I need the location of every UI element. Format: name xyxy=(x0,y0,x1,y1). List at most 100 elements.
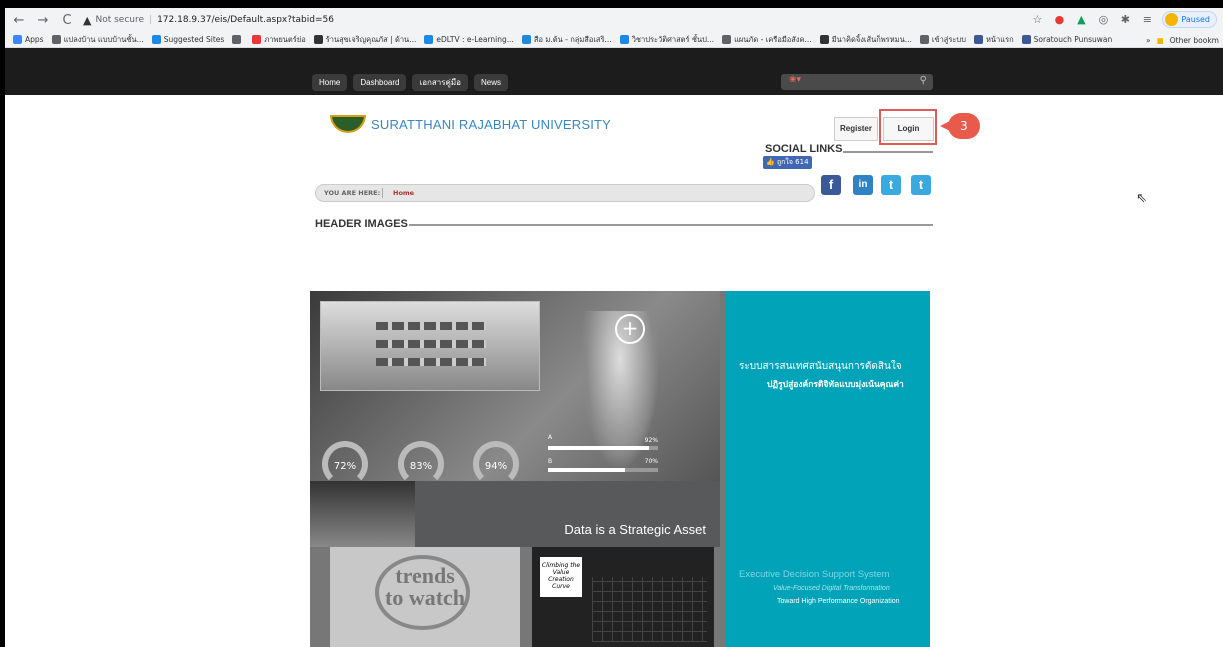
bookmark-item[interactable]: Apps xyxy=(13,35,44,44)
bookmark-icon xyxy=(1021,35,1031,44)
dashboard-screen-graphic xyxy=(320,301,540,391)
menu-item[interactable]: เอกสารคู่มือ xyxy=(412,74,468,91)
bookmark-icon xyxy=(973,35,983,44)
university-emblem xyxy=(330,115,366,133)
menu-item[interactable]: Dashboard xyxy=(353,74,407,91)
facebook-like-button[interactable]: 👍 ถูกใจ 614 xyxy=(763,156,812,169)
bookmark-icon xyxy=(424,35,434,44)
bookmark-label: แปลงบ้าน แบบบ้านชั้น... xyxy=(63,34,144,44)
star-icon[interactable]: ☆ xyxy=(1030,13,1044,27)
site-logo[interactable]: SURATTHANI RAJABHAT UNIVERSITY xyxy=(330,115,611,133)
menu-item[interactable]: Home xyxy=(312,74,348,91)
trends-panel: trends to watch xyxy=(330,547,520,647)
language-icon[interactable]: ❀▾ xyxy=(789,75,801,85)
bookmark-item[interactable]: Suggested Sites xyxy=(151,35,224,44)
bar-a-track xyxy=(548,446,658,450)
trends-line-2: to watch xyxy=(385,585,466,610)
step-callout: 3 xyxy=(940,113,980,139)
bookmark-icon xyxy=(722,35,732,44)
english-subtitle-1: Value-Focused Digital Transformation xyxy=(773,585,890,592)
more-bookmarks-button[interactable]: » xyxy=(1146,36,1151,45)
university-name: SURATTHANI RAJABHAT UNIVERSITY xyxy=(371,116,612,132)
other-bookmarks[interactable]: Other bookm xyxy=(1170,36,1219,45)
back-icon[interactable]: ← xyxy=(9,13,29,28)
address-bar: ← → C ▲ Not secure | 172.18.9.37/eis/Def… xyxy=(5,8,1223,32)
twitter-icon[interactable]: t xyxy=(881,175,901,195)
omnibox[interactable]: ▲ Not secure | 172.18.9.37/eis/Default.a… xyxy=(83,14,334,27)
profile-button[interactable]: Paused xyxy=(1162,11,1217,28)
dashboard-panel: + 72% 83% 94% A 92% B 70% xyxy=(310,291,720,487)
extension-icon[interactable]: ● xyxy=(1052,13,1066,27)
bookmark-icon xyxy=(819,35,829,44)
login-highlight-box xyxy=(879,109,937,145)
breadcrumb-home-link[interactable]: Home xyxy=(393,185,414,201)
avatar xyxy=(1165,13,1179,26)
bookmarks-overflow[interactable]: » ■ Other bookm xyxy=(1140,32,1219,47)
header-banner-image: + 72% 83% 94% A 92% B 70% Data is a Stra… xyxy=(310,291,930,647)
paused-label: Paused xyxy=(1181,15,1210,24)
plus-icon: + xyxy=(615,314,645,344)
bookmark-label: Apps xyxy=(25,35,44,44)
curve-note: Climbing the Value Creation Curve xyxy=(540,557,582,597)
register-button[interactable]: Register xyxy=(834,117,878,141)
bookmark-item[interactable] xyxy=(232,35,244,44)
bookmark-label: แผนภัด - เครือมือสังค... xyxy=(734,34,812,44)
menu-item[interactable]: News xyxy=(473,74,508,91)
facebook-icon[interactable]: f xyxy=(821,175,841,195)
bar-a-fill xyxy=(548,446,650,450)
search-box[interactable]: ❀▾ ⚲ xyxy=(781,74,933,90)
bookmark-icon xyxy=(919,35,929,44)
thai-title: ระบบสารสนเทศสนับสนุนการตัดสินใจ xyxy=(739,361,902,372)
main-menu: Home Dashboard เอกสารคู่มือ News xyxy=(312,74,508,91)
bookmark-label: สือ ม.ต้น - กลุ่มสือเสริ... xyxy=(533,34,612,44)
linkedin-icon[interactable]: in xyxy=(853,175,873,195)
bar-b-track xyxy=(548,468,658,472)
bookmark-icon xyxy=(619,35,629,44)
bookmark-label: หน้าแรก xyxy=(985,34,1014,44)
search-icon[interactable]: ⚲ xyxy=(920,75,927,86)
bookmark-item[interactable]: สือ ม.ต้น - กลุ่มสือเสริ... xyxy=(521,34,612,46)
bookmark-item[interactable]: ร้านสุขเจริญคุณภัส | ด้าน... xyxy=(313,34,417,46)
folder-icon: ■ xyxy=(1156,35,1164,45)
bookmark-item[interactable]: หน้าแรก xyxy=(973,34,1014,46)
bookmark-label: มีนาคิดจิ้งเส้นก็พรหมน... xyxy=(831,34,912,44)
bookmark-item[interactable]: แผนภัด - เครือมือสังค... xyxy=(722,34,812,46)
twitter-icon[interactable]: t xyxy=(911,175,931,195)
browser-window: ← → C ▲ Not secure | 172.18.9.37/eis/Def… xyxy=(5,8,1223,647)
bookmark-item[interactable]: เข้าสู่ระบบ xyxy=(919,34,966,46)
bookmark-icon xyxy=(151,35,161,44)
toolbar-actions: ☆ ● ▲ ◎ ✱ ≡ Paused xyxy=(1030,11,1217,28)
social-links-title: SOCIAL LINKS xyxy=(765,143,843,155)
curve-grid-graphic xyxy=(592,577,707,642)
data-asset-text: Data is a Strategic Asset xyxy=(564,522,706,537)
bar-a-label: A xyxy=(548,434,553,441)
bookmark-label: ร้านสุขเจริญคุณภัส | ด้าน... xyxy=(325,34,417,44)
bookmark-item[interactable]: มีนาคิดจิ้งเส้นก็พรหมน... xyxy=(819,34,912,46)
bookmark-icon xyxy=(51,35,61,44)
bookmarks-bar: Apps แปลงบ้าน แบบบ้านชั้น... Suggested Sit… xyxy=(5,32,1223,48)
bar-b-value: 70% xyxy=(644,458,658,465)
forward-icon[interactable]: → xyxy=(33,13,53,28)
bookmark-item[interactable]: วิชาประวัติศาสตร์ ชั้นป... xyxy=(619,34,714,46)
camera-icon[interactable]: ◎ xyxy=(1096,13,1110,27)
bookmark-label: eDLTV : e-Learning... xyxy=(436,35,514,44)
url-text[interactable]: 172.18.9.37/eis/Default.aspx?tabid=56 xyxy=(157,15,334,25)
reload-icon[interactable]: C xyxy=(57,13,77,28)
bookmark-icon xyxy=(13,35,22,44)
puzzle-icon[interactable]: ✱ xyxy=(1118,13,1132,27)
bookmark-label: Soratouch Punsuwan xyxy=(1033,35,1113,44)
trends-text: trends to watch xyxy=(385,565,465,609)
bookmark-item[interactable]: eDLTV : e-Learning... xyxy=(424,35,514,44)
english-title: Executive Decision Support System xyxy=(739,569,890,580)
bookmark-icon xyxy=(521,35,531,44)
bookmark-label: เข้าสู่ระบบ xyxy=(931,34,966,44)
bookmark-label: ภาพยนตร์ย่อ xyxy=(264,34,306,44)
drive-icon[interactable]: ▲ xyxy=(1074,13,1088,27)
reading-list-icon[interactable]: ≡ xyxy=(1140,13,1154,27)
bookmark-item[interactable]: ภาพยนตร์ย่อ xyxy=(252,34,306,46)
bookmark-item[interactable]: แปลงบ้าน แบบบ้านชั้น... xyxy=(51,34,144,46)
bookmark-icon xyxy=(252,35,262,44)
banner-title-panel: ระบบสารสนเทศสนับสนุนการตัดสินใจ ปฏิรูปสู… xyxy=(725,291,930,647)
site-top-strip xyxy=(5,48,1223,69)
bookmark-item[interactable]: Soratouch Punsuwan xyxy=(1021,35,1113,44)
